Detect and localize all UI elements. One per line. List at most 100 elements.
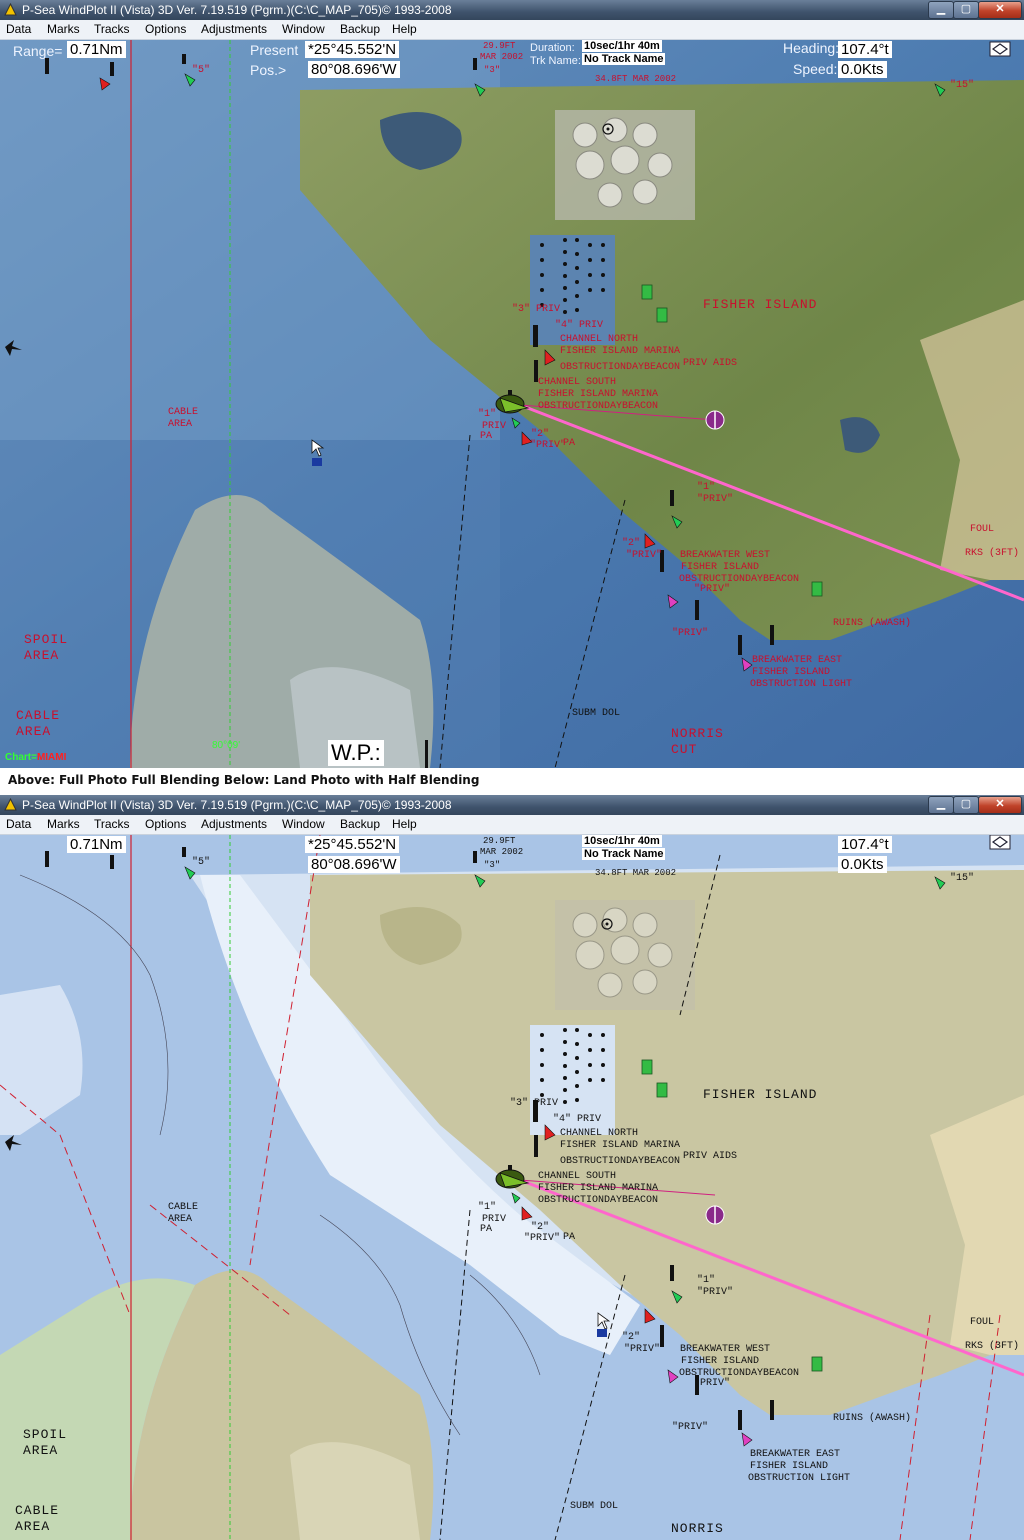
pa-east-label: PA — [563, 1232, 576, 1243]
priv-breakwater-label: "PRIV" — [694, 1378, 731, 1389]
menu-adjustments[interactable]: Adjustments — [201, 815, 267, 834]
menu-window[interactable]: Window — [282, 815, 325, 834]
chart-map-canvas[interactable]: 0.71Nm *25°45.552'N 80°08.696'W 10sec/1h… — [0, 835, 1024, 1540]
app-logo-icon — [4, 3, 17, 16]
subm-dol-label: SUBM DOL — [570, 1501, 619, 1512]
cable-area-small-label: AREA — [168, 419, 193, 430]
breakwater-west-fisher-label: FISHER ISLAND — [681, 1356, 760, 1367]
menu-backup[interactable]: Backup — [340, 20, 380, 39]
cable-area-small-label: AREA — [168, 1214, 193, 1225]
priv-1-west-label: "1" — [478, 409, 497, 420]
breakwater-east-fisher-label: FISHER ISLAND — [750, 1461, 829, 1472]
breakwater-east-label: BREAKWATER EAST — [750, 1449, 841, 1460]
channel-north-label: CHANNEL NORTH — [560, 1128, 639, 1139]
title-bar[interactable]: P-Sea WindPlot II (Vista) 3D Ver. 7.19.5… — [0, 0, 1024, 20]
caption-text: Above: Full Photo Full Blending Below: L… — [8, 773, 480, 787]
obstruction-daybeacon-south-label: OBSTRUCTIONDAYBEACON — [538, 401, 659, 412]
minimize-icon: ▁ — [936, 3, 946, 15]
priv-2-south-label: "2" — [622, 538, 641, 549]
menu-data[interactable]: Data — [6, 20, 31, 39]
breakwater-west-fisher-label: FISHER ISLAND — [681, 562, 760, 573]
mark-3-top-label: "3" — [484, 65, 501, 75]
track-name-value: No Track Name — [582, 848, 666, 860]
mark-3-top-label: "3" — [484, 860, 501, 870]
mark-5-label: "5" — [192, 857, 211, 868]
cable-small-label: CABLE — [168, 407, 199, 418]
breakwater-west-label: BREAKWATER WEST — [680, 550, 771, 561]
rocks-label: RKS (3FT) — [965, 1341, 1020, 1352]
track-name-label: Trk Name: — [530, 55, 581, 67]
mark-15-label: "15" — [950, 80, 975, 91]
window-title: P-Sea WindPlot II (Vista) 3D Ver. 7.19.5… — [22, 3, 452, 17]
longitude-tick-label: 80°09' — [212, 740, 241, 751]
minimize-icon: ▁ — [936, 798, 946, 810]
heading-label: Heading: — [783, 40, 840, 56]
longitude-value: 80°08.696'W — [308, 61, 400, 78]
priv-3-label: "3" PRIV — [512, 304, 561, 315]
spoil-label: SPOIL — [23, 1427, 68, 1442]
menu-tracks[interactable]: Tracks — [94, 815, 130, 834]
app-window-full-photo: P-Sea WindPlot II (Vista) 3D Ver. 7.19.5… — [0, 0, 1024, 768]
menu-marks[interactable]: Marks — [47, 815, 80, 834]
priv-2-south-label: "2" — [622, 1332, 641, 1343]
chart-map-canvas[interactable]: Range= 0.71Nm Present Pos.> *25°45.552'N… — [0, 40, 1024, 768]
rocks-label: RKS (3FT) — [965, 548, 1020, 559]
comparison-caption: Above: Full Photo Full Blending Below: L… — [0, 768, 1024, 795]
speed-value: 0.0Kts — [838, 856, 887, 873]
close-button[interactable]: ✕ — [978, 1, 1022, 19]
menu-backup[interactable]: Backup — [340, 815, 380, 834]
cable-area-label: AREA — [15, 1519, 51, 1534]
channel-south-label: CHANNEL SOUTH — [538, 377, 617, 388]
spoil-label: SPOIL — [24, 632, 69, 647]
track-name-value: No Track Name — [582, 53, 666, 65]
survey-date-label: MAR 2002 — [480, 847, 524, 857]
survey-date-label: MAR 2002 — [480, 52, 524, 62]
ruins-label: RUINS (AWASH) — [833, 618, 912, 629]
menu-tracks[interactable]: Tracks — [94, 20, 130, 39]
menu-data[interactable]: Data — [6, 815, 31, 834]
norris-label: NORRIS — [671, 726, 724, 741]
maximize-button[interactable]: ▢ — [953, 1, 979, 19]
close-button[interactable]: ✕ — [978, 796, 1022, 814]
menu-window[interactable]: Window — [282, 20, 325, 39]
obstruction-daybeacon-label: OBSTRUCTIONDAYBEACON — [560, 362, 681, 373]
menu-help[interactable]: Help — [392, 815, 417, 834]
close-icon: ✕ — [995, 798, 1005, 810]
longitude-value: 80°08.696'W — [308, 856, 400, 873]
depth-sounding-label: 29.9FT — [483, 836, 516, 846]
chart-name-label: Chart=MIAMI — [5, 752, 66, 763]
obstruction-daybeacon-label: OBSTRUCTIONDAYBEACON — [560, 1156, 681, 1167]
priv-4-label: "4" PRIV — [555, 320, 604, 331]
ruins-label: RUINS (AWASH) — [833, 1413, 912, 1424]
pa-west-label: PA — [480, 1224, 493, 1235]
maximize-button[interactable]: ▢ — [953, 796, 979, 814]
cable-label: CABLE — [16, 708, 61, 723]
depth-sounding-2-label: 34.8FT MAR 2002 — [595, 74, 677, 84]
window-title: P-Sea WindPlot II (Vista) 3D Ver. 7.19.5… — [22, 798, 452, 812]
minimize-button[interactable]: ▁ — [928, 1, 954, 19]
priv-2-word-label: "PRIV" — [524, 1233, 561, 1244]
priv-1-east-label: "1" — [697, 1275, 716, 1286]
menu-options[interactable]: Options — [145, 815, 186, 834]
waypoint-label: W.P.: — [328, 740, 384, 766]
present-label: Present — [250, 42, 299, 58]
priv-4-label: "4" PRIV — [553, 1114, 602, 1125]
priv-bottom-label: "PRIV" — [672, 628, 709, 639]
menu-adjustments[interactable]: Adjustments — [201, 20, 267, 39]
minimize-button[interactable]: ▁ — [928, 796, 954, 814]
priv-2-label: "2" — [531, 429, 550, 440]
menu-options[interactable]: Options — [145, 20, 186, 39]
fisher-island-label: FISHER ISLAND — [703, 297, 818, 312]
menu-help[interactable]: Help — [392, 20, 417, 39]
fisher-island-marina-label: FISHER ISLAND MARINA — [560, 1140, 681, 1151]
chart-name: MIAMI — [36, 752, 67, 763]
cut-label: CUT — [671, 742, 698, 757]
mark-15-label: "15" — [950, 873, 975, 884]
channel-north-label: CHANNEL NORTH — [560, 334, 639, 345]
obstruction-daybeacon-south-label: OBSTRUCTIONDAYBEACON — [538, 1195, 659, 1206]
title-bar[interactable]: P-Sea WindPlot II (Vista) 3D Ver. 7.19.5… — [0, 795, 1024, 815]
menu-marks[interactable]: Marks — [47, 20, 80, 39]
obstruction-light-label: OBSTRUCTION LIGHT — [750, 679, 853, 690]
range-label: Range= — [13, 43, 63, 59]
chart-prefix: Chart= — [5, 752, 37, 763]
